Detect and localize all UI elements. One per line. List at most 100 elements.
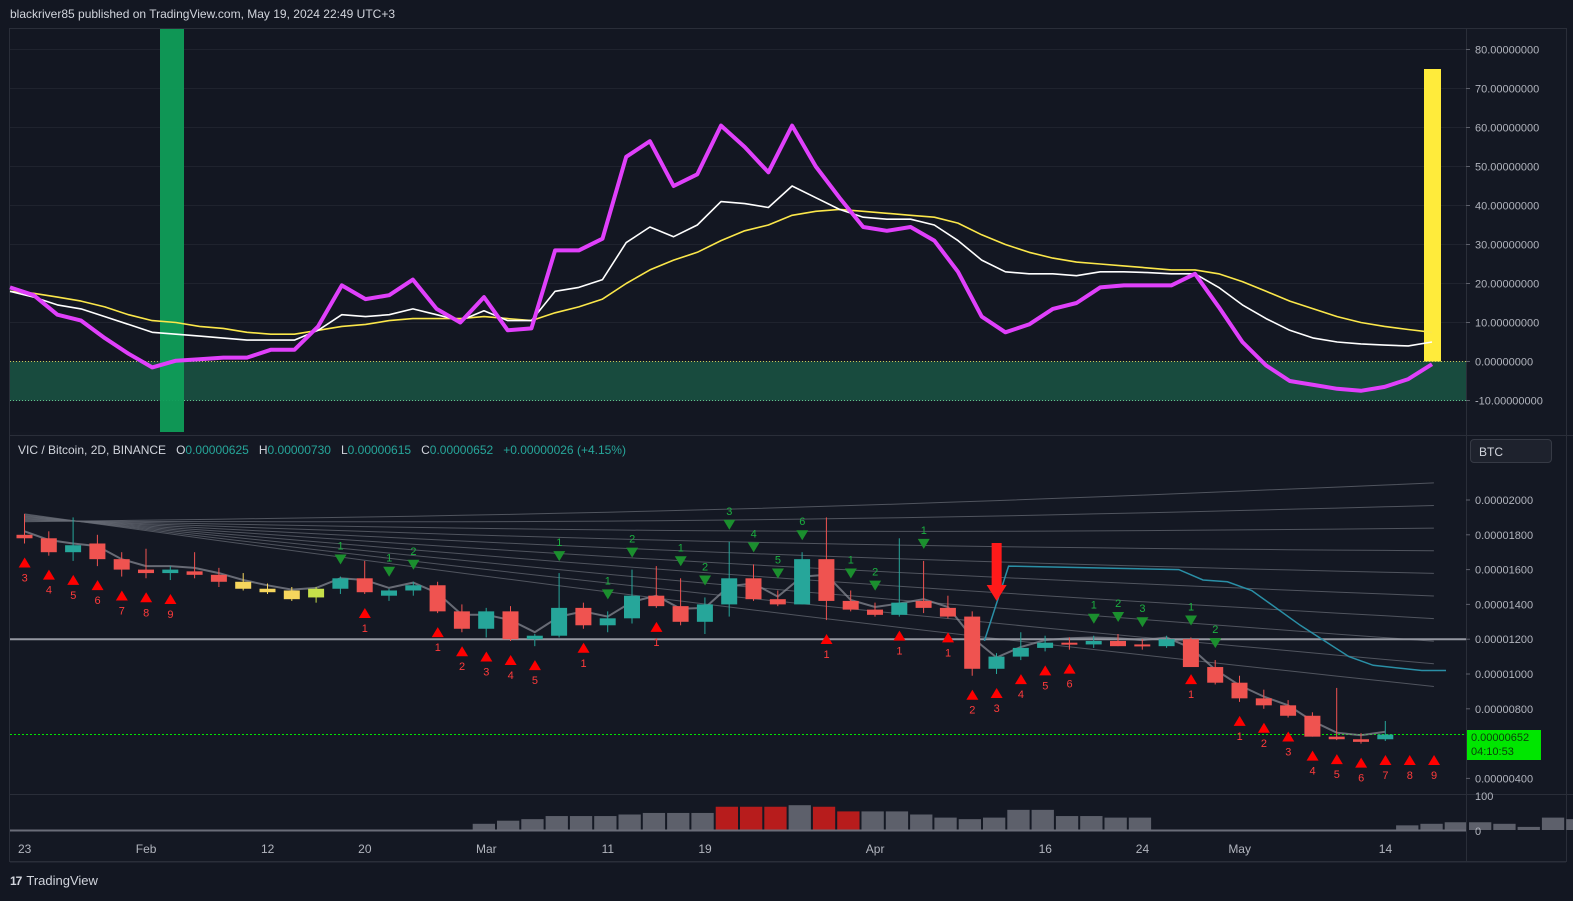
sell-setup-count: 1 [896, 646, 902, 658]
oscillator-axis-label: 80.00000000 [1475, 45, 1539, 57]
candle-body [1207, 667, 1224, 683]
volume-bar [497, 820, 520, 830]
low-label: L [340, 443, 348, 457]
price-axis-label: 0.00001400 [1475, 599, 1533, 611]
buy-setup-marker [407, 559, 420, 570]
sell-setup-marker [431, 627, 444, 638]
oscillator-axis-label: 0.00000000 [1475, 357, 1533, 369]
volume-bar [642, 812, 666, 830]
sell-setup-marker [1282, 731, 1295, 742]
sell-setup-marker [18, 557, 31, 568]
currency-scale-button[interactable]: BTC [1470, 439, 1552, 463]
candle-body [332, 578, 349, 589]
volume-bar [812, 806, 836, 830]
buy-setup-marker [844, 568, 857, 579]
bar-countdown: 04:10:53 [1471, 746, 1514, 758]
buy-setup-count: 2 [410, 546, 416, 558]
candle-body [381, 590, 397, 596]
sell-setup-count: 1 [1237, 731, 1243, 743]
time-axis-label: Apr [866, 842, 885, 856]
buy-setup-marker [1087, 613, 1100, 624]
sell-setup-marker [1257, 722, 1270, 733]
candle-body [1134, 644, 1151, 647]
sell-setup-count: 2 [969, 705, 975, 717]
volume-bar [521, 819, 544, 830]
candle-body [915, 600, 932, 608]
sell-setup-marker [358, 607, 371, 618]
candle-body [1328, 736, 1345, 740]
sell-setup-count: 1 [945, 647, 951, 659]
candle-body [1061, 642, 1078, 645]
candle-body [745, 578, 762, 600]
symbol-legend[interactable]: VIC / Bitcoin, 2D, BINANCE O0.00000625 H… [18, 443, 626, 457]
high-value: 0.00000730 [267, 443, 331, 457]
candle-body [210, 574, 227, 582]
sell-setup-count: 9 [167, 609, 173, 621]
volume-bar [837, 811, 860, 830]
buy-setup-count: 6 [799, 516, 805, 528]
candle-body [818, 559, 835, 601]
oscillator-axis-label: 60.00000000 [1475, 123, 1539, 135]
candle-body [186, 571, 203, 575]
sell-setup-marker [456, 646, 469, 657]
volume-bar [1541, 817, 1565, 830]
symbol-name[interactable]: VIC / Bitcoin, 2D, BINANCE [18, 443, 166, 457]
volume-bar [1007, 809, 1030, 830]
candle-body [939, 607, 956, 617]
oscillator-axis-label: 40.00000000 [1475, 201, 1539, 213]
candle-body [235, 581, 252, 589]
volume-axis-label: 0 [1475, 826, 1481, 838]
low-value: 0.00000615 [347, 443, 412, 457]
candle-body [138, 569, 154, 574]
candle-body [478, 611, 495, 629]
sell-setup-marker [650, 621, 663, 632]
price-pane: 3 4 5 6 7 8 9 1 1 2 3 4 5 1 1 1 1 1 2 3 4 5 6 1 1 2 3 4 5 6 7 8 9 1 1 2 1 1 2 1… [10, 435, 1573, 795]
volume-bar [1517, 826, 1540, 830]
sell-setup-count: 4 [508, 670, 514, 682]
sell-setup-marker [1330, 754, 1343, 765]
volume-bar [715, 806, 738, 830]
brand-name: TradingView [26, 873, 98, 888]
sell-setup-marker [115, 590, 128, 601]
sell-setup-marker [1014, 674, 1027, 685]
volume-bar [1493, 823, 1516, 830]
time-axis-label: May [1228, 842, 1251, 856]
sell-setup-marker [893, 630, 906, 641]
candle-body [40, 538, 57, 553]
volume-bar [934, 817, 957, 830]
buy-setup-marker [1136, 617, 1149, 628]
sell-setup-count: 4 [1309, 766, 1315, 778]
sell-setup-count: 1 [580, 658, 586, 670]
candle-body [964, 616, 981, 669]
sell-setup-count: 3 [994, 703, 1000, 715]
baseline-line [983, 565, 1446, 672]
sell-setup-count: 3 [483, 666, 489, 678]
sell-setup-count: 7 [1382, 770, 1388, 782]
sell-setup-marker [140, 592, 153, 603]
sell-setup-marker [42, 569, 55, 580]
candle-body [453, 611, 470, 629]
volume-bar [983, 817, 1006, 830]
oscillator-axis-label: 30.00000000 [1475, 240, 1539, 252]
tradingview-logo[interactable]: 17 TradingView [10, 873, 98, 888]
sell-setup-marker [1039, 665, 1052, 676]
candle-body [16, 534, 33, 539]
buy-setup-marker [601, 589, 614, 600]
oscillator-axis-label: 50.00000000 [1475, 162, 1539, 174]
sell-setup-count: 2 [1261, 738, 1267, 750]
buy-setup-count: 1 [1091, 600, 1097, 612]
candle-body [1280, 705, 1297, 716]
price-axis-label: 0.00000400 [1475, 773, 1533, 785]
sell-setup-count: 5 [1334, 769, 1340, 781]
sell-setup-count: 8 [143, 607, 149, 619]
sell-setup-count: 9 [1431, 770, 1437, 782]
buy-setup-count: 2 [872, 567, 878, 579]
candle-body [721, 578, 738, 605]
candle-body [308, 588, 325, 598]
sell-setup-count: 5 [1042, 680, 1048, 692]
price-axis-label: 0.00001800 [1475, 530, 1533, 542]
buy-setup-count: 1 [678, 542, 684, 554]
candle-body [769, 599, 786, 605]
high-label: H [258, 443, 268, 457]
buy-setup-count: 3 [1139, 603, 1145, 615]
